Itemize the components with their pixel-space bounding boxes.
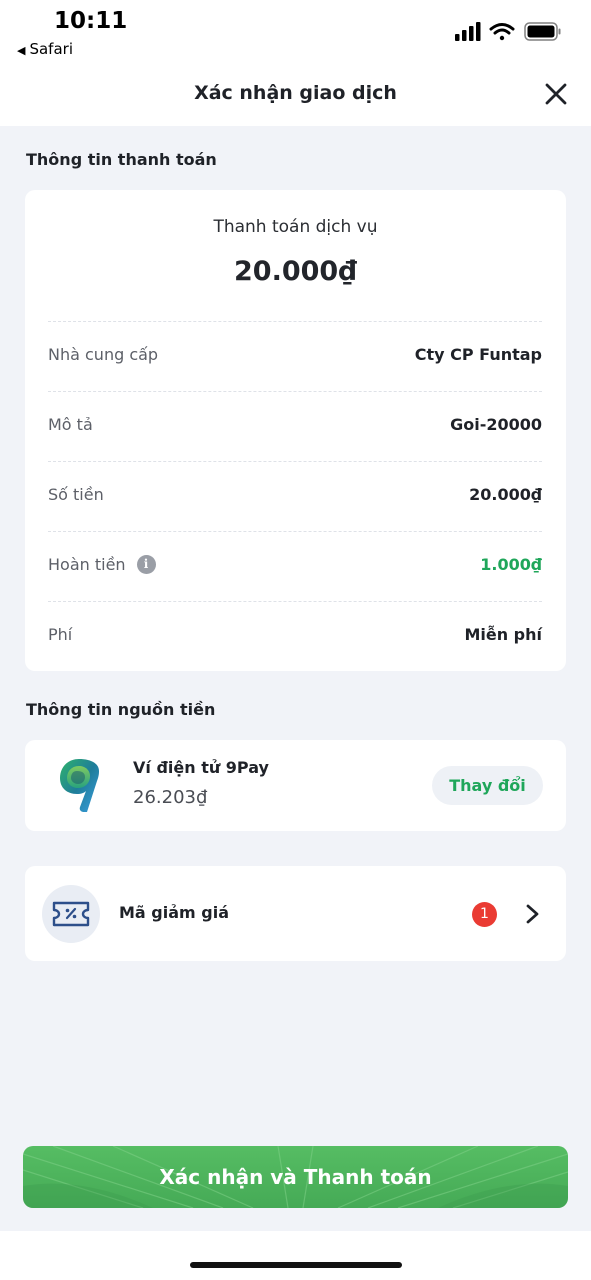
9pay-logo	[60, 759, 99, 812]
info-row-fee: Phí Miễn phí	[48, 601, 542, 671]
wifi-icon	[489, 23, 515, 41]
info-value: 20.000₫	[469, 485, 542, 504]
status-time: 10:11	[54, 8, 128, 34]
page-title: Xác nhận giao dịch	[194, 82, 397, 104]
back-arrow-icon: ◀	[17, 44, 26, 57]
status-icons	[455, 22, 561, 41]
info-label: Nhà cung cấp	[48, 345, 159, 364]
info-label: Số tiền	[48, 485, 104, 504]
confirm-pay-label: Xác nhận và Thanh toán	[159, 1165, 432, 1189]
payment-info-card: Thanh toán dịch vụ 20.000₫ Nhà cung cấp …	[25, 190, 566, 671]
close-icon[interactable]	[542, 80, 570, 108]
info-row-description: Mô tả Goi-20000	[48, 391, 542, 461]
payment-amount: 20.000₫	[234, 256, 357, 287]
home-indicator[interactable]	[190, 1262, 402, 1268]
signal-icon	[455, 22, 481, 41]
discount-ticket-icon	[52, 901, 90, 927]
wallet-name: Ví điện tử 9Pay	[133, 758, 269, 777]
confirm-pay-button[interactable]: Xác nhận và Thanh toán	[23, 1146, 568, 1208]
info-row-cashback: Hoàn tiền i 1.000₫	[48, 531, 542, 601]
back-to-app-link[interactable]: ◀ Safari	[17, 40, 73, 58]
voucher-label: Mã giảm giá	[119, 903, 229, 922]
payment-subtitle: Thanh toán dịch vụ	[213, 217, 378, 237]
info-row-amount: Số tiền 20.000₫	[48, 461, 542, 531]
funding-source-title: Thông tin nguồn tiền	[26, 700, 216, 719]
payment-info-title: Thông tin thanh toán	[26, 150, 217, 169]
chevron-right-icon[interactable]	[522, 903, 542, 925]
info-label: Hoàn tiền	[48, 555, 126, 574]
info-value: Goi-20000	[450, 415, 542, 434]
info-value: Cty CP Funtap	[414, 345, 542, 364]
top-bar: 10:11 ◀ Safari Xác nhận giao dịch	[0, 0, 591, 126]
bottom-safe-area	[0, 1231, 591, 1280]
info-label: Mô tả	[48, 415, 93, 434]
voucher-icon-wrap	[42, 885, 100, 943]
wallet-card: Ví điện tử 9Pay 26.203₫ Thay đổi	[25, 740, 566, 831]
wallet-balance: 26.203₫	[133, 787, 208, 808]
back-app-label: Safari	[29, 40, 73, 58]
battery-icon	[524, 22, 561, 41]
info-row-provider: Nhà cung cấp Cty CP Funtap	[48, 321, 542, 391]
info-value: Miễn phí	[464, 625, 542, 644]
cashback-value: 1.000₫	[480, 555, 542, 574]
info-icon[interactable]: i	[136, 555, 156, 574]
voucher-row[interactable]: Mã giảm giá 1	[25, 866, 566, 961]
change-source-button[interactable]: Thay đổi	[432, 766, 543, 805]
info-label: Phí	[48, 625, 73, 644]
voucher-count-badge: 1	[472, 902, 497, 927]
